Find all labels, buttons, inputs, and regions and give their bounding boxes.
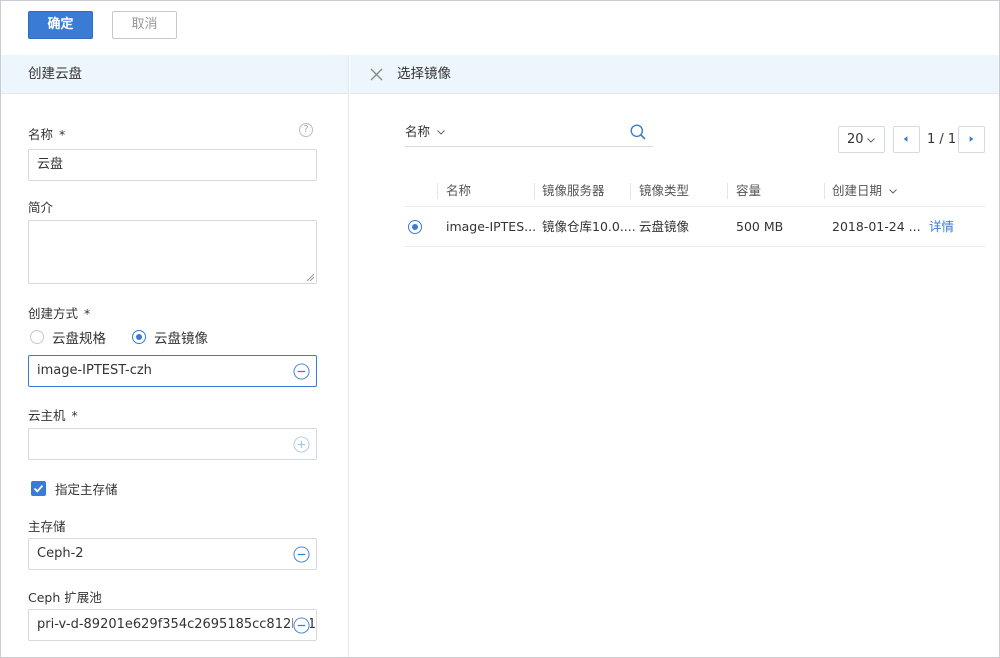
vm-input[interactable] — [28, 428, 317, 460]
resize-grip-icon[interactable] — [306, 273, 314, 281]
create-mode-radio-group: 云盘规格 云盘镜像 — [30, 327, 234, 347]
confirm-button[interactable]: 确定 — [28, 11, 93, 39]
table-row[interactable]: image-IPTES... 镜像仓库10.0.... 云盘镜像 500 MB … — [405, 207, 986, 247]
create-mode-label: 创建方式 * — [28, 306, 91, 321]
ceph-pool-value: pri-v-d-89201e629f354c2695185cc812b811..… — [37, 617, 317, 632]
caret-right-icon — [969, 136, 974, 142]
specify-storage-checkbox[interactable] — [31, 481, 46, 496]
select-image-panel: 选择镜像 名称 20 1 / 1 名称 镜像服务器 镜像类型 容量 创建日期 i… — [350, 55, 999, 657]
specify-storage-label[interactable]: 指定主存储 — [55, 479, 118, 498]
description-textarea[interactable] — [28, 220, 317, 284]
radio-spec[interactable] — [30, 330, 44, 344]
name-label: 名称 * — [28, 127, 66, 142]
column-divider — [437, 183, 438, 199]
cell-image-type: 云盘镜像 — [639, 219, 690, 234]
cancel-button[interactable]: 取消 — [112, 11, 177, 39]
cell-image-server: 镜像仓库10.0.... — [542, 219, 636, 234]
add-circle-icon[interactable] — [293, 436, 310, 453]
search-bar[interactable]: 名称 — [405, 123, 653, 147]
primary-storage-input[interactable]: Ceph-2 — [28, 538, 317, 570]
sort-chevron-down-icon — [889, 189, 897, 194]
prev-page-button[interactable] — [893, 126, 920, 153]
radio-image-label[interactable]: 云盘镜像 — [154, 327, 208, 347]
radio-spec-label[interactable]: 云盘规格 — [52, 327, 106, 347]
column-divider — [727, 183, 728, 199]
create-volume-panel: 创建云盘 名称 * ? 云盘 简介 创建方式 * 云盘规格 云盘镜像 image-I… — [1, 55, 349, 657]
column-divider — [534, 183, 535, 199]
next-page-button[interactable] — [958, 126, 985, 153]
caret-left-icon — [903, 136, 908, 142]
row-select-radio[interactable] — [408, 220, 422, 234]
col-created-date[interactable]: 创建日期 — [832, 175, 897, 207]
description-label: 简介 — [28, 200, 54, 215]
image-input[interactable]: image-IPTEST-czh — [28, 355, 317, 387]
ceph-pool-input[interactable]: pri-v-d-89201e629f354c2695185cc812b811..… — [28, 609, 317, 641]
specify-storage-checkbox-row[interactable]: 指定主存储 — [31, 479, 118, 498]
panel-title: 创建云盘 — [1, 55, 348, 94]
select-image-title: 选择镜像 — [397, 66, 451, 82]
table-header: 名称 镜像服务器 镜像类型 容量 创建日期 — [405, 175, 986, 207]
column-divider — [630, 183, 631, 199]
chevron-down-icon — [437, 130, 445, 135]
col-name[interactable]: 名称 — [446, 175, 471, 207]
radio-image[interactable] — [132, 330, 146, 344]
close-icon[interactable] — [370, 68, 383, 81]
check-icon — [33, 484, 44, 493]
col-image-type[interactable]: 镜像类型 — [639, 175, 689, 207]
image-value: image-IPTEST-czh — [37, 363, 152, 378]
column-divider — [824, 183, 825, 199]
search-icon[interactable] — [630, 124, 646, 140]
primary-storage-value: Ceph-2 — [37, 546, 84, 561]
remove-circle-icon[interactable] — [293, 546, 310, 563]
vm-label: 云主机 * — [28, 408, 78, 423]
select-image-header: 选择镜像 — [350, 55, 999, 94]
cell-created-date: 2018-01-24 ... — [832, 219, 921, 234]
primary-storage-label: 主存储 — [28, 519, 66, 534]
remove-circle-icon[interactable] — [293, 617, 310, 634]
details-link[interactable]: 详情 — [929, 207, 954, 247]
page-indicator: 1 / 1 — [927, 132, 957, 147]
page-size-select[interactable]: 20 — [838, 126, 885, 153]
ceph-pool-label: Ceph 扩展池 — [28, 590, 102, 605]
col-size[interactable]: 容量 — [736, 175, 761, 207]
cell-name: image-IPTES... — [446, 219, 537, 234]
chevron-down-icon — [867, 138, 875, 143]
name-input[interactable]: 云盘 — [28, 149, 317, 181]
image-table: 名称 镜像服务器 镜像类型 容量 创建日期 image-IPTES... 镜像仓… — [405, 175, 986, 247]
remove-circle-icon[interactable] — [293, 363, 310, 380]
col-image-server[interactable]: 镜像服务器 — [542, 175, 605, 207]
help-icon[interactable]: ? — [299, 123, 313, 137]
search-field-dropdown[interactable]: 名称 — [405, 123, 445, 141]
cell-size: 500 MB — [736, 219, 784, 234]
